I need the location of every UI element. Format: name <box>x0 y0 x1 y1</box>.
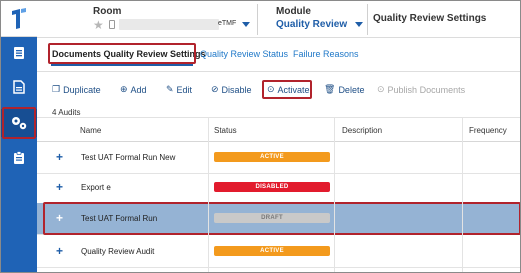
column-divider <box>334 117 335 272</box>
expand-icon[interactable]: + <box>56 180 63 194</box>
divider <box>257 4 258 35</box>
duplicate-label: Duplicate <box>63 84 101 95</box>
star-icon[interactable]: ★ <box>93 18 104 32</box>
clipboard-icon[interactable] <box>1 144 37 172</box>
edit-icon: ✎ <box>166 84 174 94</box>
tab-bar: Documents Quality Review Settings Qualit… <box>37 38 520 72</box>
room-selector[interactable] <box>119 19 219 30</box>
mobile-icon <box>109 20 115 29</box>
row-name: Export e <box>81 183 111 192</box>
duplicate-icon: ❐ <box>52 84 61 94</box>
app-logo-icon[interactable] <box>1 1 37 37</box>
table-row[interactable]: + Export e DISABLED <box>37 172 520 204</box>
audits-count: 4 Audits <box>52 108 81 117</box>
add-button[interactable]: ⊕ Add <box>120 84 147 95</box>
sidebar <box>1 1 37 272</box>
room-label: Room <box>93 6 122 17</box>
page-title: Quality Review Settings <box>373 13 487 24</box>
settings-highlight <box>2 107 36 139</box>
column-header-frequency[interactable]: Frequency <box>469 126 507 135</box>
column-divider <box>462 117 463 272</box>
file-icon[interactable] <box>1 73 37 101</box>
chevron-down-icon[interactable] <box>242 22 250 27</box>
table-header: Name Status Description Frequency <box>37 117 520 142</box>
row-highlight <box>43 202 520 235</box>
tab-failure-reasons[interactable]: Failure Reasons <box>293 49 359 59</box>
edit-label: Edit <box>176 84 193 95</box>
toolbar: ❐ Duplicate ⊕ Add ✎ Edit ⊘ Disable ⊙ Act… <box>37 79 520 101</box>
status-badge: DISABLED <box>214 182 330 192</box>
publish-documents-button[interactable]: ⊙ Publish Documents <box>377 84 465 95</box>
divider <box>367 4 368 35</box>
row-name: Test UAT Formal Run New <box>81 153 176 162</box>
edit-button[interactable]: ✎ Edit <box>166 84 192 95</box>
delete-button[interactable]: 🗑 Delete <box>324 84 364 95</box>
disable-label: Disable <box>221 84 252 95</box>
expand-icon[interactable]: + <box>56 150 63 164</box>
column-divider <box>208 117 209 272</box>
column-header-description[interactable]: Description <box>342 126 382 135</box>
table-row[interactable]: + Test UAT Formal Run New ACTIVE <box>37 142 520 174</box>
duplicate-button[interactable]: ❐ Duplicate <box>52 84 101 95</box>
disable-button[interactable]: ⊘ Disable <box>211 84 252 95</box>
row-name: Quality Review Audit <box>81 247 155 256</box>
document-icon[interactable] <box>1 39 37 67</box>
column-header-name[interactable]: Name <box>80 126 101 135</box>
delete-icon: 🗑 <box>324 84 336 94</box>
status-badge: ACTIVE <box>214 152 330 162</box>
tab-quality-review-status[interactable]: Quality Review Status <box>200 49 288 59</box>
add-label: Add <box>130 84 147 95</box>
expand-icon[interactable]: + <box>56 244 63 258</box>
delete-label: Delete <box>338 84 365 95</box>
column-header-status[interactable]: Status <box>214 126 237 135</box>
disable-icon: ⊘ <box>211 84 219 94</box>
publish-icon: ⊙ <box>377 84 385 94</box>
module-selector[interactable]: Quality Review <box>276 19 347 30</box>
table-row[interactable]: + Quality Review Audit ACTIVE <box>37 236 520 268</box>
app-frame: Room ★ eTMF Module Quality Review Qualit… <box>0 0 521 273</box>
room-value[interactable]: eTMF <box>218 20 236 27</box>
status-badge: ACTIVE <box>214 246 330 256</box>
add-icon: ⊕ <box>120 84 128 94</box>
activate-highlight <box>262 80 312 99</box>
module-label: Module <box>276 6 311 17</box>
chevron-down-icon[interactable] <box>355 22 363 27</box>
tab-highlight <box>48 43 196 64</box>
top-bar: Room ★ eTMF Module Quality Review Qualit… <box>37 1 520 38</box>
active-tab-indicator <box>51 64 193 66</box>
publish-label: Publish Documents <box>387 84 466 95</box>
